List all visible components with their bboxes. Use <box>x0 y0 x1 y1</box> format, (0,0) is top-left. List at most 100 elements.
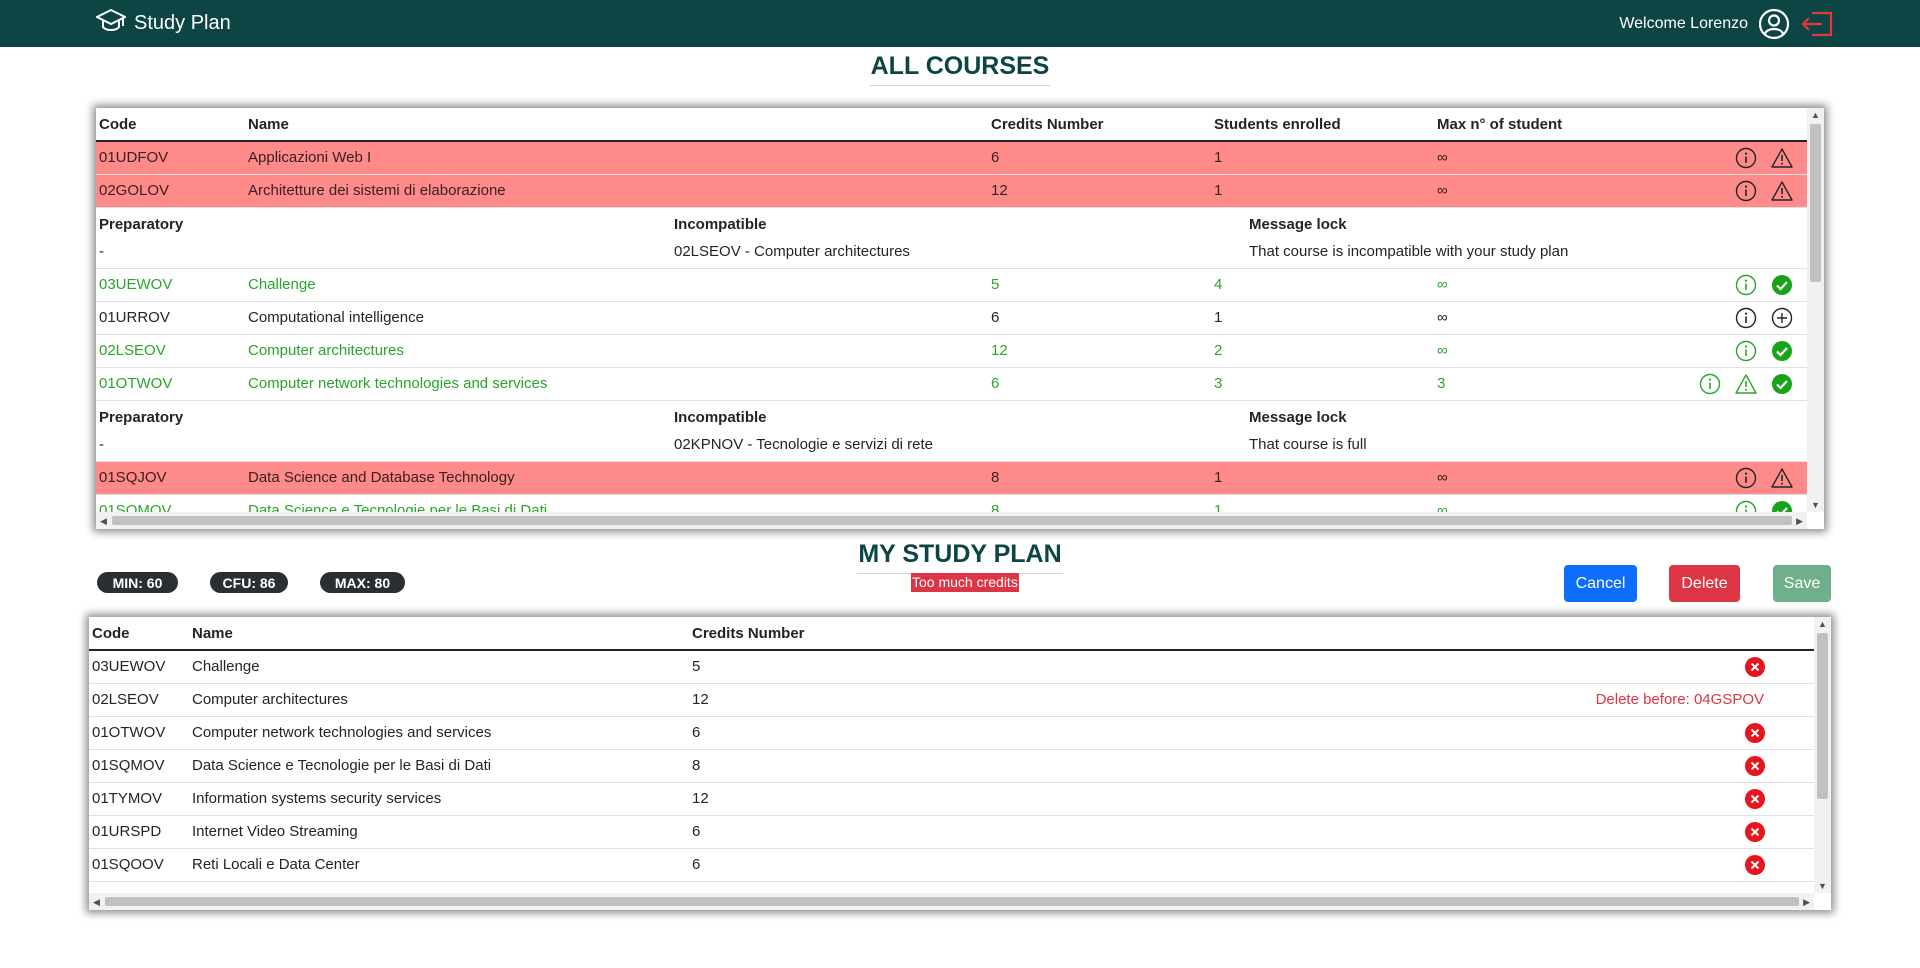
course-row[interactable]: 01URROV Computational intelligence 6 1 ∞ <box>96 301 1807 335</box>
course-row[interactable]: 02GOLOV Architetture dei sistemi di elabo… <box>96 174 1807 208</box>
warning-icon[interactable] <box>1771 180 1793 202</box>
study-plan-header-row: Code Name Credits Number <box>89 617 1814 651</box>
delete-before-note: Delete before: 04GSPOV <box>1389 683 1814 717</box>
remove-icon[interactable] <box>1744 821 1766 843</box>
info-icon[interactable] <box>1735 180 1757 202</box>
plan-credits: 6 <box>689 716 1389 750</box>
remove-icon[interactable] <box>1744 755 1766 777</box>
info-icon[interactable] <box>1735 147 1757 169</box>
scroll-thumb[interactable] <box>105 897 1799 906</box>
course-enrolled: 1 <box>1211 461 1434 495</box>
message-lock-value: That course is full <box>1249 435 1367 453</box>
preparatory-label: Preparatory <box>99 215 184 233</box>
scroll-thumb[interactable] <box>1817 633 1828 799</box>
all-courses-body: 01UDFOV Applicazioni Web I 6 1 ∞ 02GOLOV Archi… <box>96 141 1807 512</box>
col-enrolled: Students enrolled <box>1211 108 1434 142</box>
incompatible-value: 02KPNOV - Tecnologie e servizi di rete <box>674 435 934 453</box>
check-icon[interactable] <box>1771 373 1793 395</box>
plan-row: 01SQOOV Reti Locali e Data Center 6 <box>89 848 1814 882</box>
remove-icon[interactable] <box>1744 722 1766 744</box>
course-row[interactable]: 01SQMOV Data Science e Tecnologie per le … <box>96 494 1807 512</box>
info-icon[interactable] <box>1735 274 1757 296</box>
check-icon[interactable] <box>1771 500 1793 512</box>
plan-actions <box>1389 716 1814 750</box>
add-icon[interactable] <box>1771 307 1793 329</box>
plan-name: Computer architectures <box>189 683 689 717</box>
warning-icon[interactable] <box>1771 147 1793 169</box>
plan-row: 01TYMOV Information systems security serv… <box>89 782 1814 816</box>
course-row[interactable]: 01OTWOV Computer network technologies and… <box>96 367 1807 401</box>
plan-vertical-scrollbar[interactable]: ▲ ▼ <box>1814 617 1831 893</box>
user-area: Welcome Lorenzo <box>1619 8 1834 40</box>
scroll-thumb[interactable] <box>1810 124 1821 282</box>
courses-vertical-scrollbar[interactable]: ▲ ▼ <box>1807 108 1824 512</box>
course-max: ∞ <box>1434 174 1657 208</box>
save-button[interactable]: Save <box>1773 565 1831 602</box>
scroll-right-arrow[interactable]: ▶ <box>1796 516 1803 526</box>
plan-name: Reti Locali e Data Center <box>189 848 689 882</box>
remove-icon[interactable] <box>1744 788 1766 810</box>
course-detail-row: Preparatory Incompatible Message lock - 02LS… <box>96 207 1807 269</box>
plan-horizontal-scrollbar[interactable]: ◀ ▶ <box>89 893 1814 910</box>
course-actions <box>1657 268 1807 302</box>
delete-button[interactable]: Delete <box>1669 565 1740 602</box>
info-icon[interactable] <box>1735 500 1757 512</box>
course-name: Architetture dei sistemi di elaborazione <box>245 174 988 208</box>
cfu-badge: CFU: 86 <box>210 572 288 593</box>
course-code: 01UDFOV <box>96 141 245 175</box>
scroll-thumb[interactable] <box>112 516 1792 525</box>
course-max: ∞ <box>1434 141 1657 175</box>
all-courses-header-row: Code Name Credits Number Students enroll… <box>96 108 1807 142</box>
remove-icon[interactable] <box>1744 656 1766 678</box>
cancel-button[interactable]: Cancel <box>1564 565 1637 602</box>
study-plan-scroll-area[interactable]: Code Name Credits Number 03UEWOV Challeng… <box>89 617 1814 893</box>
study-plan-body: 03UEWOV Challenge 5 02LSEOV Computer archite… <box>89 650 1814 882</box>
check-icon[interactable] <box>1771 340 1793 362</box>
course-max: ∞ <box>1434 461 1657 495</box>
course-actions <box>1657 174 1807 208</box>
brand-title: Study Plan <box>134 12 231 34</box>
graduation-cap-icon <box>94 7 128 41</box>
scroll-left-arrow[interactable]: ◀ <box>100 516 107 526</box>
logout-icon[interactable] <box>1800 10 1834 38</box>
scroll-up-arrow[interactable]: ▲ <box>1818 619 1827 629</box>
scroll-right-arrow[interactable]: ▶ <box>1803 897 1810 907</box>
plan-actions <box>1389 782 1814 816</box>
check-icon[interactable] <box>1771 274 1793 296</box>
all-courses-scroll-area[interactable]: Code Name Credits Number Students enroll… <box>96 108 1807 512</box>
course-detail-cell: Preparatory Incompatible Message lock - 02LS… <box>96 207 1807 269</box>
col-actions <box>1657 108 1807 142</box>
warning-icon[interactable] <box>1735 373 1757 395</box>
remove-icon[interactable] <box>1744 854 1766 876</box>
plan-credits: 12 <box>689 683 1389 717</box>
scroll-down-arrow[interactable]: ▼ <box>1818 881 1827 891</box>
course-row[interactable]: 01UDFOV Applicazioni Web I 6 1 ∞ <box>96 141 1807 175</box>
info-icon[interactable] <box>1735 340 1757 362</box>
info-icon[interactable] <box>1699 373 1721 395</box>
col-max: Max n° of student <box>1434 108 1657 142</box>
course-row[interactable]: 02LSEOV Computer architectures 12 2 ∞ <box>96 334 1807 368</box>
plan-credits: 8 <box>689 749 1389 783</box>
warning-icon[interactable] <box>1771 467 1793 489</box>
course-code: 02GOLOV <box>96 174 245 208</box>
scroll-down-arrow[interactable]: ▼ <box>1811 500 1820 510</box>
course-code: 02LSEOV <box>96 334 245 368</box>
course-row[interactable]: 01SQJOV Data Science and Database Technol… <box>96 461 1807 495</box>
info-icon[interactable] <box>1735 467 1757 489</box>
plan-row: 02LSEOV Computer architectures 12 Delete be… <box>89 683 1814 717</box>
brand[interactable]: Study Plan <box>94 7 231 41</box>
all-courses-table: Code Name Credits Number Students enroll… <box>96 108 1807 512</box>
plan-name: Data Science e Tecnologie per le Basi di… <box>189 749 689 783</box>
incompatible-label: Incompatible <box>674 215 767 233</box>
course-actions <box>1657 301 1807 335</box>
course-enrolled: 1 <box>1211 301 1434 335</box>
scroll-left-arrow[interactable]: ◀ <box>93 897 100 907</box>
user-icon[interactable] <box>1758 8 1790 40</box>
course-row[interactable]: 03UEWOV Challenge 5 4 ∞ <box>96 268 1807 302</box>
scroll-up-arrow[interactable]: ▲ <box>1811 110 1820 120</box>
col-credits: Credits Number <box>988 108 1211 142</box>
info-icon[interactable] <box>1735 307 1757 329</box>
courses-horizontal-scrollbar[interactable]: ◀ ▶ <box>96 512 1807 529</box>
course-credits: 8 <box>988 461 1211 495</box>
course-credits: 12 <box>988 334 1211 368</box>
